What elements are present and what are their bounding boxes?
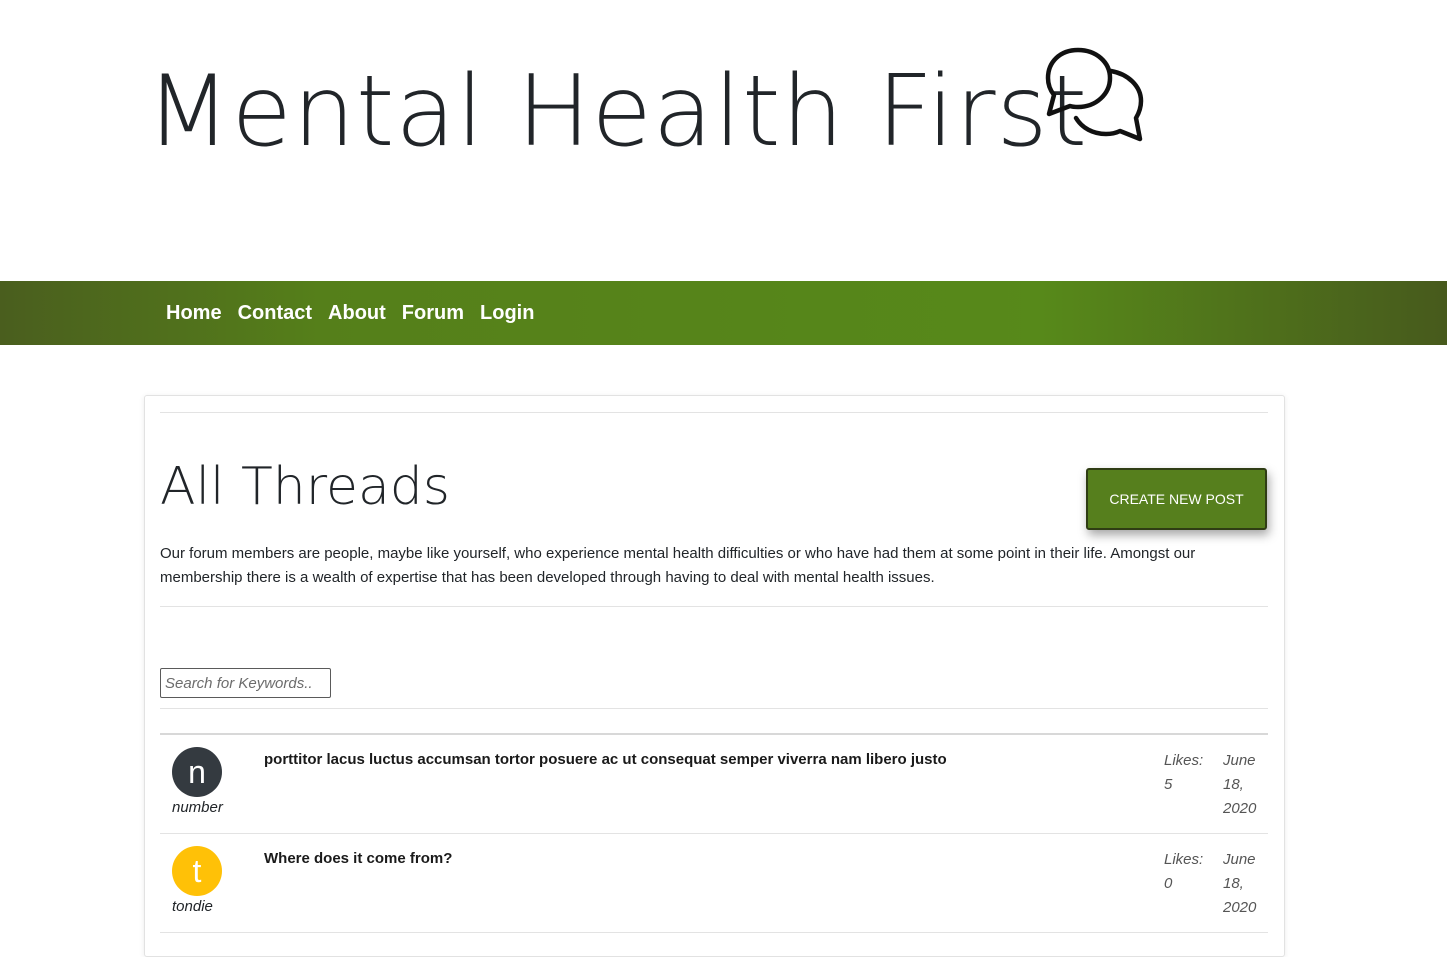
chat-bubbles-icon [1045, 47, 1144, 142]
likes-label: Likes: [1164, 851, 1204, 868]
main-navbar: Home Contact About Forum Login [0, 281, 1447, 345]
divider [160, 708, 1268, 709]
nav-link-home[interactable]: Home [166, 302, 222, 325]
thread-date: June 18, 2020 [1223, 749, 1263, 821]
thread-row[interactable]: n number porttitor lacus luctus accumsan… [160, 735, 1268, 834]
date-year: 2020 [1223, 899, 1257, 916]
divider [160, 412, 1268, 413]
thread-row[interactable]: t tondie Where does it come from? Likes:… [160, 834, 1268, 933]
thread-username[interactable]: tondie [172, 898, 213, 915]
page-title: All Threads [160, 457, 450, 517]
create-new-post-button[interactable]: CREATE NEW POST [1086, 468, 1267, 530]
date-day: 18, [1223, 875, 1244, 892]
date-month: June [1223, 752, 1256, 769]
avatar: t [172, 846, 222, 896]
avatar: n [172, 747, 222, 797]
thread-date: June 18, 2020 [1223, 848, 1263, 920]
date-day: 18, [1223, 776, 1244, 793]
thread-username[interactable]: number [172, 799, 223, 816]
date-month: June [1223, 851, 1256, 868]
divider [160, 932, 1268, 933]
likes-count: 0 [1164, 875, 1173, 892]
threads-card: All Threads CREATE NEW POST Our forum me… [144, 395, 1285, 957]
thread-likes: Likes: 0 [1164, 848, 1204, 896]
nav-link-login[interactable]: Login [480, 302, 534, 325]
thread-likes: Likes: 5 [1164, 749, 1204, 797]
divider [160, 606, 1268, 607]
thread-title[interactable]: porttitor lacus luctus accumsan tortor p… [264, 751, 947, 768]
site-header: Mental Health First [0, 0, 1447, 281]
likes-count: 5 [1164, 776, 1173, 793]
nav-links: Home Contact About Forum Login [166, 281, 550, 345]
nav-link-contact[interactable]: Contact [238, 302, 312, 325]
nav-link-forum[interactable]: Forum [402, 302, 464, 325]
thread-title[interactable]: Where does it come from? [264, 850, 452, 867]
date-year: 2020 [1223, 800, 1257, 817]
search-input[interactable] [160, 668, 331, 698]
likes-label: Likes: [1164, 752, 1204, 769]
site-title: Mental Health First [146, 55, 1089, 169]
nav-link-about[interactable]: About [328, 302, 386, 325]
forum-intro-text: Our forum members are people, maybe like… [160, 545, 1196, 586]
